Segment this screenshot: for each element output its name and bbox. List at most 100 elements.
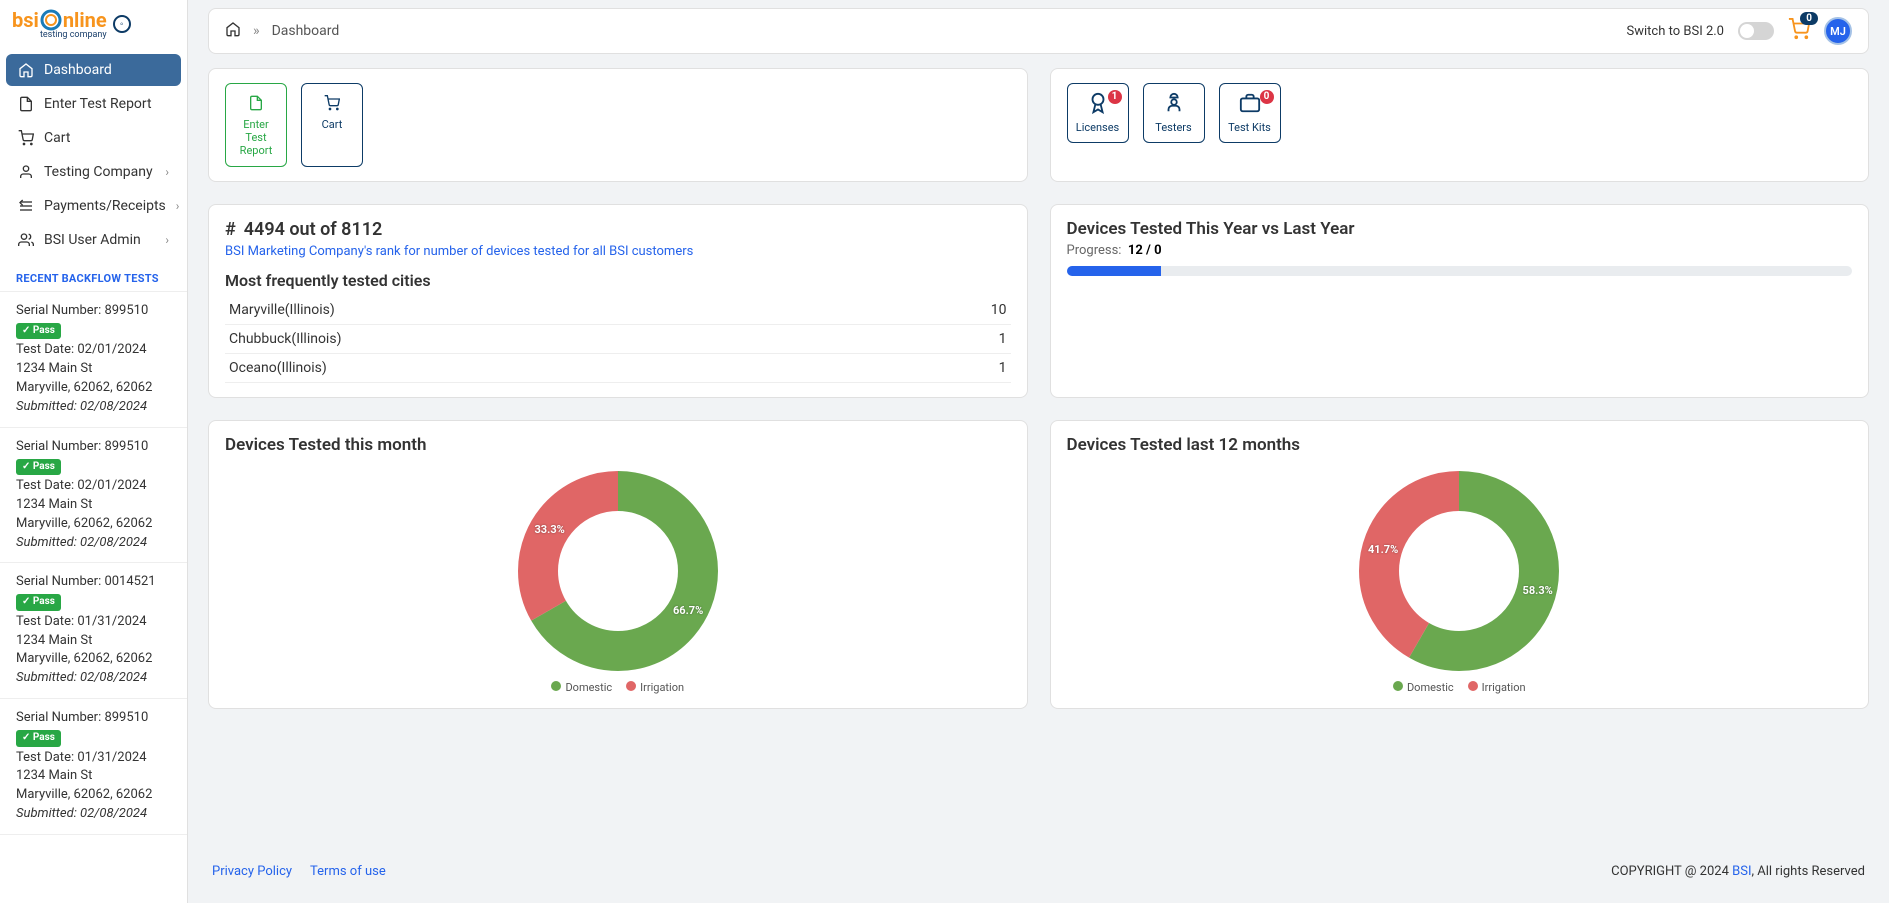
addr2: Maryville, 62062, 62062	[16, 786, 171, 805]
breadcrumb: Dashboard	[272, 23, 340, 39]
slice-label: 58.3%	[1523, 584, 1553, 597]
progress-bar	[1067, 266, 1853, 276]
sidebar-item-bsi-user-admin[interactable]: BSI User Admin ›	[6, 224, 181, 256]
submitted: Submitted: 02/08/2024	[16, 534, 171, 553]
serial: Serial Number: 899510	[16, 302, 171, 321]
logo-text-1: bsi	[12, 8, 39, 32]
sidebar-item-cart[interactable]: Cart	[6, 122, 181, 154]
nav-label: Dashboard	[44, 62, 112, 78]
serial: Serial Number: 0014521	[16, 573, 171, 592]
chart-month-title: Devices Tested this month	[225, 435, 1011, 455]
recent-test-item[interactable]: Serial Number: 0014521✓ PassTest Date: 0…	[0, 563, 187, 699]
action-testers[interactable]: Testers	[1143, 83, 1205, 143]
addr1: 1234 Main St	[16, 496, 171, 515]
slice-label: 41.7%	[1368, 543, 1398, 556]
legend-domestic: Domestic	[565, 681, 612, 694]
cart-count-badge: 0	[1800, 12, 1818, 25]
test-date: Test Date: 01/31/2024	[16, 749, 171, 768]
action-label: Test Kits	[1228, 121, 1271, 134]
serial: Serial Number: 899510	[16, 438, 171, 457]
status-badge: ✓ Pass	[16, 459, 61, 476]
addr2: Maryville, 62062, 62062	[16, 379, 171, 398]
file-icon	[248, 92, 264, 116]
city-name: Chubbuck(Illinois)	[229, 331, 341, 347]
nav-label: Cart	[44, 130, 70, 146]
submitted: Submitted: 02/08/2024	[16, 398, 171, 417]
topbar: » Dashboard Switch to BSI 2.0 0 MJ	[208, 8, 1869, 54]
rank-text: 4494 out of 8112	[244, 219, 383, 240]
status-badge: ✓ Pass	[16, 730, 61, 747]
chevron-right-icon: ›	[165, 233, 169, 247]
sidebar-item-dashboard[interactable]: Dashboard	[6, 54, 181, 86]
addr1: 1234 Main St	[16, 767, 171, 786]
nav-label: BSI User Admin	[44, 232, 141, 248]
chart-legend: Domestic Irrigation	[551, 681, 684, 694]
users-icon	[18, 232, 34, 248]
slice-label: 66.7%	[673, 604, 703, 617]
legend-domestic-dot	[1393, 681, 1403, 691]
user-icon	[18, 164, 34, 180]
nav-label: Testing Company	[44, 164, 153, 180]
legend-irrigation-dot	[1468, 681, 1478, 691]
version-toggle[interactable]	[1738, 22, 1774, 40]
avatar[interactable]: MJ	[1824, 17, 1852, 45]
sidebar-collapse-icon[interactable]: ◦	[113, 15, 131, 33]
cities-header: Most frequently tested cities	[225, 271, 1011, 290]
recent-test-item[interactable]: Serial Number: 899510✓ PassTest Date: 02…	[0, 428, 187, 564]
addr1: 1234 Main St	[16, 360, 171, 379]
chevron-right-icon: ›	[176, 199, 180, 213]
switch-label: Switch to BSI 2.0	[1627, 24, 1724, 39]
home-icon[interactable]	[225, 21, 241, 41]
addr2: Maryville, 62062, 62062	[16, 650, 171, 669]
action-label: Enter Test Report	[232, 118, 280, 158]
chart-month-card: Devices Tested this month 66.7%33.3% Dom…	[208, 420, 1028, 709]
sidebar-item-payments-receipts[interactable]: Payments/Receipts›	[6, 190, 181, 222]
nav-label: Enter Test Report	[44, 96, 152, 112]
home-icon	[18, 62, 34, 78]
logo-text-2: nline	[63, 8, 107, 32]
footer-brand-link[interactable]: BSI	[1732, 864, 1751, 879]
city-count: 1	[999, 331, 1007, 347]
sidebar-nav: Dashboard Enter Test Report Cart Testing Co…	[0, 48, 187, 262]
chart-year-title: Devices Tested last 12 months	[1067, 435, 1853, 455]
city-row: Oceano(Illinois) 1	[225, 354, 1011, 383]
submitted: Submitted: 02/08/2024	[16, 805, 171, 824]
city-count: 1	[999, 360, 1007, 376]
legend-irrigation: Irrigation	[640, 681, 684, 694]
action-licenses[interactable]: Licenses1	[1067, 83, 1129, 143]
topbar-cart[interactable]: 0	[1788, 18, 1810, 44]
privacy-link[interactable]: Privacy Policy	[212, 864, 292, 879]
submitted: Submitted: 02/08/2024	[16, 669, 171, 688]
recent-test-item[interactable]: Serial Number: 899510 ✓ PassTest Date: 02…	[0, 292, 187, 428]
license-icon	[1087, 92, 1109, 119]
terms-link[interactable]: Terms of use	[310, 864, 386, 879]
sidebar-item-enter-test-report[interactable]: Enter Test Report	[6, 88, 181, 120]
rank-card: # 4494 out of 8112 BSI Marketing Company…	[208, 204, 1028, 398]
city-name: Maryville(Illinois)	[229, 302, 335, 318]
action-enter-test-report[interactable]: Enter Test Report	[225, 83, 287, 167]
badge: 1	[1108, 90, 1122, 104]
city-name: Oceano(Illinois)	[229, 360, 327, 376]
sidebar-item-testing-company[interactable]: Testing Company›	[6, 156, 181, 188]
action-cart[interactable]: Cart	[301, 83, 363, 167]
logo-sub: testing company	[12, 30, 107, 40]
tester-icon	[1163, 92, 1185, 119]
cart-icon	[324, 92, 340, 116]
chart-month-donut: 66.7%33.3%	[518, 471, 718, 671]
status-badge: ✓ Pass	[16, 323, 61, 340]
action-test-kits[interactable]: Test Kits0	[1219, 83, 1281, 143]
logo[interactable]: bsi nline testing company ◦	[0, 0, 187, 48]
recent-test-item[interactable]: Serial Number: 899510 ✓ Pass Test Date: 01…	[0, 699, 187, 835]
city-row: Chubbuck(Illinois) 1	[225, 325, 1011, 354]
test-date: Test Date: 02/01/2024	[16, 341, 171, 360]
addr2: Maryville, 62062, 62062	[16, 515, 171, 534]
serial: Serial Number: 899510	[16, 709, 171, 728]
cart-icon	[18, 130, 34, 146]
quick-actions-right: Licenses1TestersTest Kits0	[1050, 68, 1870, 182]
file-icon	[18, 96, 34, 112]
city-row: Maryville(Illinois)10	[225, 296, 1011, 325]
chart-year-card: Devices Tested last 12 months 58.3% 41.7%…	[1050, 420, 1870, 709]
hash-icon: #	[225, 219, 236, 240]
progress-title: Devices Tested This Year vs Last Year	[1067, 219, 1853, 239]
recent-tests-list: Serial Number: 899510✓ PassTest Date: 02…	[0, 291, 187, 835]
